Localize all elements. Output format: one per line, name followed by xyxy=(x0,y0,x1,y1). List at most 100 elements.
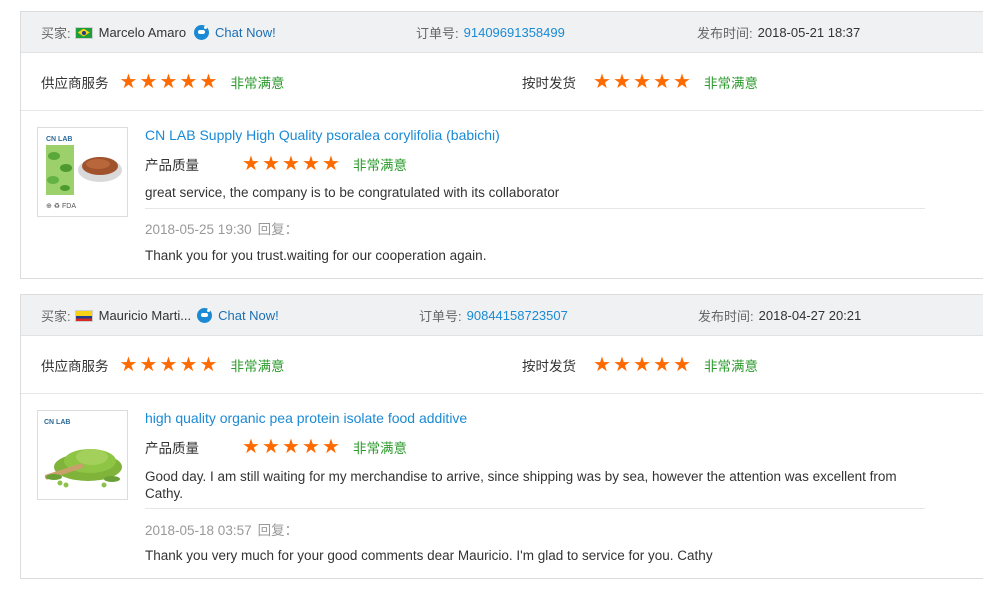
star-icon: ★ xyxy=(673,71,691,93)
brand-logo-text: CN LAB xyxy=(46,136,72,143)
star-icon: ★ xyxy=(613,354,631,376)
order-label: 订单号: xyxy=(416,26,459,41)
satisfaction-text: 非常满意 xyxy=(704,76,758,91)
star-rating: ★ ★ ★ ★ ★ xyxy=(241,437,341,457)
ratings-row: 供应商服务 ★ ★ ★ ★ ★ 非常满意 按时发货 ★ ★ ★ ★ ★ 非常满意 xyxy=(21,336,983,394)
buyer-info: 买家: Mauricio Marti... Chat Now! xyxy=(41,295,279,336)
date-label: 发布时间: xyxy=(698,309,754,324)
reply-label: 回复： xyxy=(257,222,299,237)
star-icon: ★ xyxy=(262,153,280,175)
star-rating: ★ ★ ★ ★ ★ xyxy=(119,355,219,375)
star-icon: ★ xyxy=(633,71,651,93)
satisfaction-text: 非常满意 xyxy=(353,441,407,456)
review-card: 买家: Marcelo Amaro Chat Now! 订单号: 9140969… xyxy=(20,11,983,279)
star-rating: ★ ★ ★ ★ ★ xyxy=(241,154,341,174)
date-value: 2018-04-27 20:21 xyxy=(758,308,862,323)
satisfaction-text: 非常满意 xyxy=(230,359,285,374)
review-content: high quality organic pea protein isolate… xyxy=(145,410,925,563)
supplier-service-rating: 供应商服务 ★ ★ ★ ★ ★ 非常满意 xyxy=(41,336,285,394)
reply-meta: 2018-05-25 19:30 回复： xyxy=(145,218,925,238)
date-info: 发布时间: 2018-04-27 20:21 xyxy=(698,295,861,336)
product-title-link[interactable]: CN LAB Supply High Quality psoralea cory… xyxy=(145,127,925,143)
order-info: 订单号: 91409691358499 xyxy=(416,12,565,53)
product-quality-rating: 产品质量 ★ ★ ★ ★ ★ 非常满意 xyxy=(145,437,925,457)
shipping-label: 按时发货 xyxy=(522,76,576,91)
order-label: 订单号: xyxy=(419,309,462,324)
star-icon: ★ xyxy=(593,354,611,376)
review-header: 买家: Mauricio Marti... Chat Now! 订单号: 908… xyxy=(21,295,983,336)
buyer-info: 买家: Marcelo Amaro Chat Now! xyxy=(41,12,276,53)
star-icon: ★ xyxy=(139,71,158,93)
chat-now-link[interactable]: Chat Now! xyxy=(218,308,279,323)
product-quality-label: 产品质量 xyxy=(145,441,199,456)
divider xyxy=(145,208,925,209)
star-icon: ★ xyxy=(119,71,138,93)
review-card: 买家: Mauricio Marti... Chat Now! 订单号: 908… xyxy=(20,294,983,579)
order-number-link[interactable]: 90844158723507 xyxy=(467,308,568,323)
buyer-name: Mauricio Marti... xyxy=(98,308,192,323)
star-icon: ★ xyxy=(322,153,340,175)
star-icon: ★ xyxy=(653,71,671,93)
review-body: CN LAB high quality organic pea protein … xyxy=(21,394,983,563)
order-number-link[interactable]: 91409691358499 xyxy=(464,25,565,40)
star-rating: ★ ★ ★ ★ ★ xyxy=(592,72,692,92)
date-info: 发布时间: 2018-05-21 18:37 xyxy=(697,12,860,53)
buyer-label: 买家: xyxy=(41,309,71,324)
star-icon: ★ xyxy=(139,354,158,376)
buyer-label: 买家: xyxy=(41,26,71,41)
supplier-service-label: 供应商服务 xyxy=(41,76,109,91)
satisfaction-text: 非常满意 xyxy=(230,76,285,91)
star-icon: ★ xyxy=(199,71,218,93)
star-icon: ★ xyxy=(159,354,178,376)
divider xyxy=(145,508,925,509)
review-header: 买家: Marcelo Amaro Chat Now! 订单号: 9140969… xyxy=(21,12,983,53)
date-value: 2018-05-21 18:37 xyxy=(757,25,861,40)
star-icon: ★ xyxy=(119,354,138,376)
chat-icon[interactable] xyxy=(194,25,210,40)
star-icon: ★ xyxy=(282,436,300,458)
buyer-comment: Good day. I am still waiting for my merc… xyxy=(145,469,897,501)
date-label: 发布时间: xyxy=(697,26,753,41)
star-icon: ★ xyxy=(302,436,320,458)
star-rating: ★ ★ ★ ★ ★ xyxy=(119,72,219,92)
star-icon: ★ xyxy=(653,354,671,376)
shipping-rating: 按时发货 ★ ★ ★ ★ ★ 非常满意 xyxy=(522,336,758,394)
order-info: 订单号: 90844158723507 xyxy=(419,295,568,336)
brand-logo-text: CN LAB xyxy=(44,419,70,426)
buyer-comment: great service, the company is to be cong… xyxy=(145,185,560,200)
colombia-flag-icon xyxy=(74,309,93,322)
star-icon: ★ xyxy=(242,153,260,175)
product-quality-rating: 产品质量 ★ ★ ★ ★ ★ 非常满意 xyxy=(145,154,925,174)
star-icon: ★ xyxy=(302,153,320,175)
star-icon: ★ xyxy=(179,71,198,93)
supplier-service-label: 供应商服务 xyxy=(41,359,109,374)
review-body: CN LAB ⊕ ♻ FDA CN LAB Supply High Qualit… xyxy=(21,111,983,271)
star-icon: ★ xyxy=(159,71,178,93)
star-icon: ★ xyxy=(242,436,260,458)
certification-badges: ⊕ ♻ FDA xyxy=(46,203,76,210)
chat-icon[interactable] xyxy=(197,308,213,323)
star-icon: ★ xyxy=(199,354,218,376)
product-thumbnail[interactable]: CN LAB ⊕ ♻ FDA xyxy=(37,127,128,217)
supplier-service-rating: 供应商服务 ★ ★ ★ ★ ★ 非常满意 xyxy=(41,53,285,111)
reply-label: 回复： xyxy=(257,523,299,538)
ratings-row: 供应商服务 ★ ★ ★ ★ ★ 非常满意 按时发货 ★ ★ ★ ★ ★ 非常满意 xyxy=(21,53,983,111)
satisfaction-text: 非常满意 xyxy=(704,359,758,374)
satisfaction-text: 非常满意 xyxy=(353,158,407,173)
chat-now-link[interactable]: Chat Now! xyxy=(215,25,276,40)
star-rating: ★ ★ ★ ★ ★ xyxy=(592,355,692,375)
buyer-name: Marcelo Amaro xyxy=(98,25,187,40)
star-icon: ★ xyxy=(179,354,198,376)
product-thumbnail[interactable]: CN LAB xyxy=(37,410,128,500)
product-quality-label: 产品质量 xyxy=(145,158,199,173)
reply-meta: 2018-05-18 03:57 回复： xyxy=(145,519,925,539)
star-icon: ★ xyxy=(593,71,611,93)
supplier-reply: Thank you for you trust.waiting for our … xyxy=(145,248,487,263)
star-icon: ★ xyxy=(282,153,300,175)
shipping-label: 按时发货 xyxy=(522,359,576,374)
review-content: CN LAB Supply High Quality psoralea cory… xyxy=(145,127,925,263)
star-icon: ★ xyxy=(613,71,631,93)
star-icon: ★ xyxy=(322,436,340,458)
star-icon: ★ xyxy=(262,436,280,458)
product-title-link[interactable]: high quality organic pea protein isolate… xyxy=(145,410,925,426)
